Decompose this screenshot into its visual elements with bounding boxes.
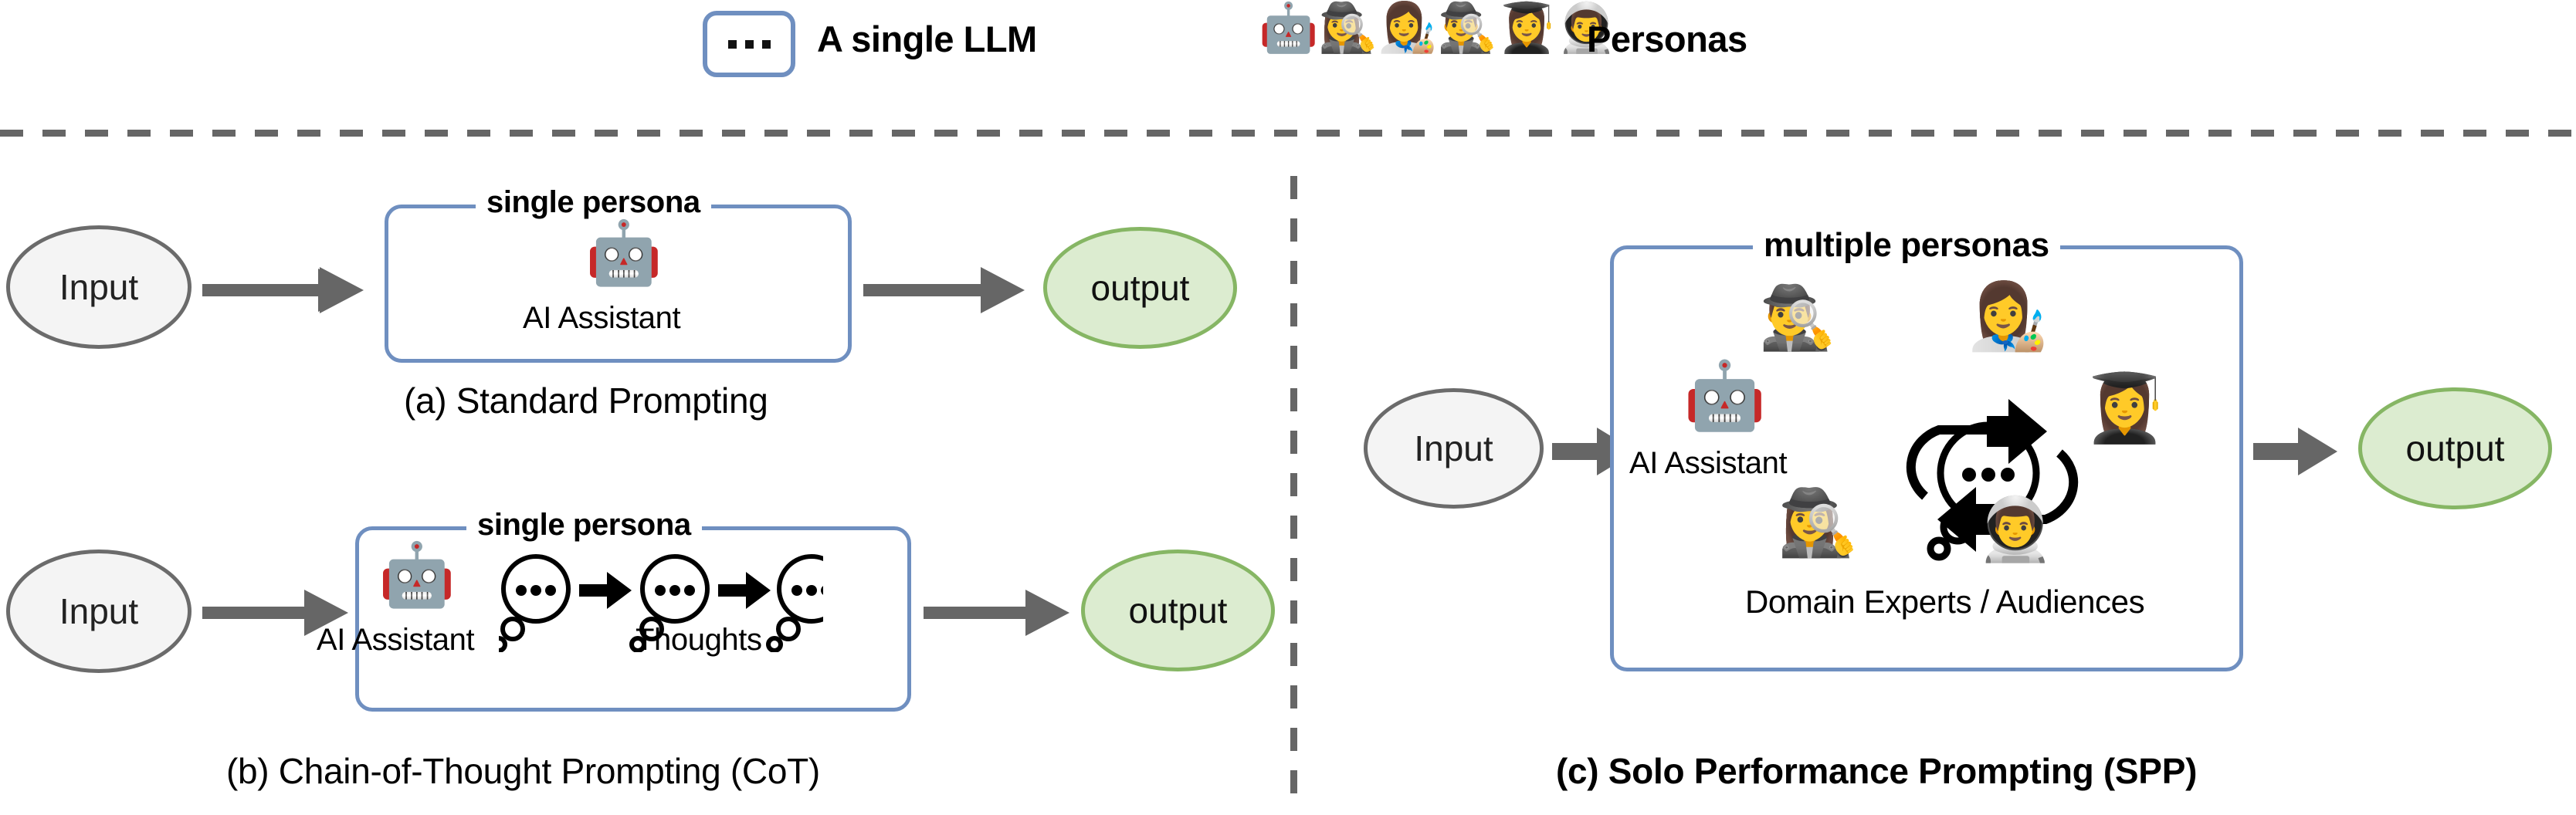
panel-b-output-label: output xyxy=(1128,590,1228,631)
panel-c-arrow-box-to-output xyxy=(2253,428,2337,475)
panel-a-arrow-input-to-box xyxy=(202,267,364,313)
legend-persona-emoji-group: 🤖 🕵️‍♀️ 👩‍🎨 🕵️‍♂️ 👩‍🎓 👨‍🚀 xyxy=(1259,5,1616,52)
panel-b-box-title: single persona xyxy=(466,508,702,543)
persona-robot-icon: 🤖 xyxy=(1259,2,1319,55)
panel-c-domain-experts-label: Domain Experts / Audiences xyxy=(1745,583,2145,620)
panel-a-arrow-box-to-output xyxy=(863,267,1025,313)
panel-a-input-label: Input xyxy=(59,267,139,307)
panel-c-box-title: multiple personas xyxy=(1753,226,2060,265)
panel-a-ai-assistant-robot-icon: 🤖 xyxy=(585,218,663,287)
panel-c-ai-assistant-robot-icon: 🤖 xyxy=(1683,359,1767,433)
panel-c-caption: (c) Solo Performance Prompting (SPP) xyxy=(1556,751,2198,791)
panel-c-persona-artist-icon: 👩‍🎨 xyxy=(1968,280,2049,353)
panel-a-input-ellipse: Input xyxy=(6,225,192,349)
panel-c-persona-astronaut-icon: 👨‍🚀 xyxy=(1977,495,2054,563)
ellipsis-dots-icon xyxy=(727,39,771,49)
panel-b-input-label: Input xyxy=(59,591,139,631)
horizontal-dashed-divider xyxy=(0,130,2576,137)
panel-c-persona-detective-female-icon: 🕵️‍♀️ xyxy=(1778,486,1859,559)
legend-single-llm-label: A single LLM xyxy=(817,19,1037,59)
legend-personas-label: Personas xyxy=(1587,19,1747,59)
persona-detective-female-icon: 🕵️‍♀️ xyxy=(1318,2,1378,55)
vertical-dashed-divider xyxy=(1290,176,1297,806)
persona-detective-male-icon: 🕵️‍♂️ xyxy=(1437,2,1497,55)
panel-a-output-label: output xyxy=(1090,268,1190,308)
panel-a-box-title: single persona xyxy=(476,185,711,220)
panel-c-persona-detective-male-icon: 🕵️‍♂️ xyxy=(1759,283,1836,352)
panel-b-arrow-box-to-output xyxy=(924,590,1069,636)
panel-a-output-ellipse: output xyxy=(1043,227,1237,349)
legend-single-llm-box xyxy=(703,11,795,77)
panel-c-output-label: output xyxy=(2405,428,2505,468)
panel-b-input-ellipse: Input xyxy=(6,550,192,673)
panel-c-ai-assistant-label: AI Assistant xyxy=(1629,446,1788,480)
persona-graduate-icon: 👩‍🎓 xyxy=(1496,2,1557,55)
panel-a-ai-assistant-label: AI Assistant xyxy=(523,301,681,335)
panel-c-output-ellipse: output xyxy=(2358,387,2552,509)
persona-artist-icon: 👩‍🎨 xyxy=(1378,2,1438,55)
panel-c-persona-graduate-icon: 👩‍🎓 xyxy=(2083,371,2167,445)
panel-b-thoughts-label: Thoughts xyxy=(636,623,762,657)
panel-b-ai-assistant-robot-icon: 🤖 xyxy=(378,540,456,609)
panel-b-caption: (b) Chain-of-Thought Prompting (CoT) xyxy=(226,751,820,791)
panel-b-ai-assistant-label: AI Assistant xyxy=(317,623,475,657)
panel-c-input-ellipse: Input xyxy=(1364,388,1544,509)
panel-a-caption: (a) Standard Prompting xyxy=(404,380,768,421)
panel-b-output-ellipse: output xyxy=(1081,550,1275,671)
panel-c-input-label: Input xyxy=(1414,428,1493,468)
